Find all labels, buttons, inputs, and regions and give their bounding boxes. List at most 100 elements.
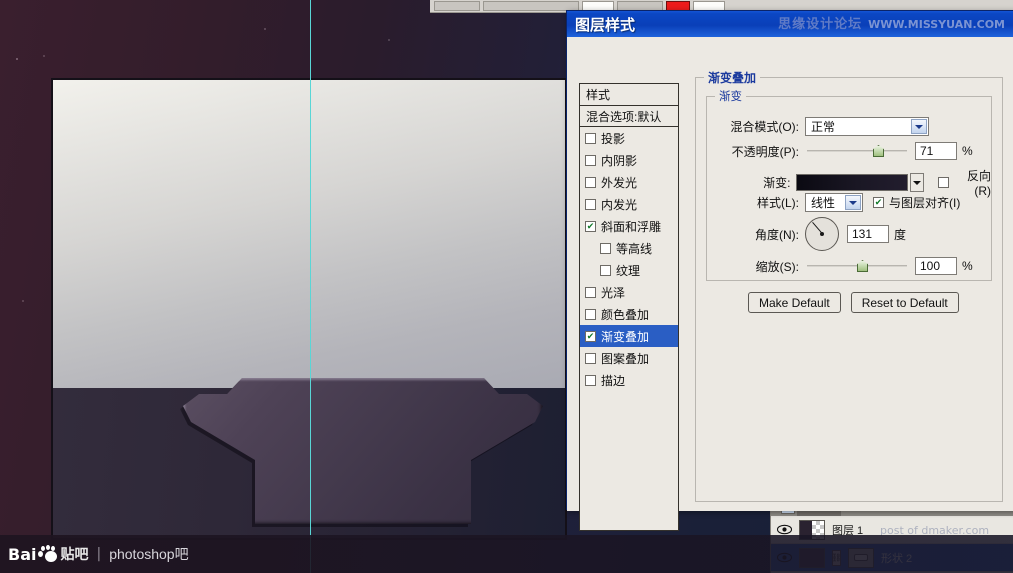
paw-icon <box>38 545 58 562</box>
eye-icon[interactable] <box>777 523 792 536</box>
slider-track <box>807 150 907 152</box>
checkbox[interactable] <box>585 374 596 386</box>
style-item-label: 投影 <box>601 131 626 146</box>
angle-hub <box>820 232 824 236</box>
slider-knob[interactable] <box>857 260 868 272</box>
options-chip[interactable] <box>434 1 480 11</box>
make-default-button[interactable]: Make Default <box>748 292 841 313</box>
style-item-label: 颜色叠加 <box>601 307 650 322</box>
layer-style-dialog[interactable]: 图层样式 样式 混合选项:默认 投影 内阴影 外发光 内发光 ✔ 斜面和浮雕 等… <box>566 10 1013 531</box>
vertical-guide[interactable] <box>310 0 311 573</box>
eye-icon[interactable] <box>777 551 792 564</box>
align-layer-checkbox[interactable] <box>873 197 884 208</box>
style-item-label: 内发光 <box>601 197 638 212</box>
gradient-label: 渐变: <box>763 176 791 190</box>
style-item-label: 图案叠加 <box>601 351 650 366</box>
decorative-star <box>22 300 24 302</box>
watermark-separator: | <box>96 546 102 562</box>
style-item-outer-glow[interactable]: 外发光 <box>580 171 678 193</box>
checkbox[interactable] <box>585 176 596 188</box>
opacity-slider[interactable] <box>807 144 907 158</box>
style-item-label: 渐变叠加 <box>601 329 650 344</box>
blend-mode-select[interactable]: 正常 <box>805 117 929 136</box>
chevron-down-icon[interactable] <box>845 195 861 210</box>
scale-input[interactable]: 100 <box>915 257 957 275</box>
layers-list[interactable]: 图层 1 ⛓ 形状 2 <box>771 516 1013 573</box>
style-item-satin[interactable]: 光泽 <box>580 281 678 303</box>
checkbox[interactable] <box>585 198 596 210</box>
baidu-logo-text: Bai <box>8 544 37 564</box>
options-chip[interactable] <box>483 1 579 11</box>
style-item-stroke[interactable]: 描边 <box>580 369 678 391</box>
style-item-bevel-emboss[interactable]: 斜面和浮雕 <box>580 215 678 237</box>
reverse-checkbox[interactable] <box>938 177 950 188</box>
style-item-inner-glow[interactable]: 内发光 <box>580 193 678 215</box>
styles-list-panel[interactable]: 样式 混合选项:默认 投影 内阴影 外发光 内发光 ✔ 斜面和浮雕 等高线 纹理… <box>579 83 679 531</box>
angle-label: 角度(N): <box>755 227 799 242</box>
style-item-drop-shadow[interactable]: 投影 <box>580 127 678 149</box>
checkbox[interactable] <box>600 264 611 276</box>
blend-mode-value: 正常 <box>811 120 836 134</box>
style-item-label: 外发光 <box>601 175 638 190</box>
vector-mask-thumbnail[interactable] <box>848 547 874 568</box>
layer-thumbnail[interactable] <box>799 519 825 540</box>
style-item-pattern-overlay[interactable]: 图案叠加 <box>580 347 678 369</box>
layer-thumbnail[interactable] <box>799 547 825 568</box>
scale-unit: % <box>962 259 973 273</box>
style-item-texture[interactable]: 纹理 <box>580 259 678 281</box>
gradient-picker-dropdown[interactable] <box>910 173 925 192</box>
scale-value: 100 <box>920 259 941 273</box>
scale-slider[interactable] <box>807 259 907 273</box>
forum-name: photoshop吧 <box>109 546 189 562</box>
style-item-color-overlay[interactable]: 颜色叠加 <box>580 303 678 325</box>
checkbox[interactable] <box>585 352 596 364</box>
checkbox[interactable] <box>585 308 596 320</box>
checkbox[interactable] <box>585 330 596 342</box>
opacity-label: 不透明度(P): <box>731 144 799 159</box>
angle-input[interactable]: 131 <box>847 225 889 243</box>
chevron-down-icon[interactable] <box>911 119 927 134</box>
style-item-label: 内阴影 <box>601 153 638 168</box>
group-title: 渐变叠加 <box>704 69 761 86</box>
gradient-subgroup: 渐变 混合模式(O): 正常 不透明度(P): 71 % 渐变: 反向(R) 样… <box>706 88 992 281</box>
dialog-titlebar[interactable]: 图层样式 <box>567 11 1013 37</box>
link-icon[interactable]: ⛓ <box>831 549 842 566</box>
decorative-star <box>264 28 266 30</box>
checkbox[interactable] <box>585 286 596 298</box>
table-row[interactable]: ⛓ 形状 2 <box>771 544 1013 572</box>
blend-mode-row: 混合模式(O): 正常 <box>707 117 991 136</box>
style-item-label: 等高线 <box>616 241 653 256</box>
blending-options-item[interactable]: 混合选项:默认 <box>580 106 678 127</box>
style-item-gradient-overlay[interactable]: 渐变叠加 <box>580 325 678 347</box>
style-label: 样式(L): <box>756 196 799 210</box>
opacity-input[interactable]: 71 <box>915 142 957 160</box>
opacity-row: 不透明度(P): 71 % <box>707 142 991 160</box>
subgroup-title: 渐变 <box>715 88 746 104</box>
checkbox[interactable] <box>585 220 596 232</box>
style-row: 样式(L): 线性 与图层对齐(I) <box>707 193 991 212</box>
styles-header: 样式 <box>580 84 678 106</box>
gradient-preview-swatch[interactable] <box>796 174 909 191</box>
canvas-gradient-top <box>53 80 565 388</box>
checkbox[interactable] <box>585 132 596 144</box>
reset-to-default-button[interactable]: Reset to Default <box>850 292 959 313</box>
checkbox[interactable] <box>600 242 611 254</box>
style-item-inner-shadow[interactable]: 内阴影 <box>580 149 678 171</box>
photoshop-workspace: ▭ ✎ ✛ ▦ 图层 1 <box>0 0 1013 573</box>
opacity-value: 71 <box>920 144 934 158</box>
angle-dial[interactable] <box>805 217 839 251</box>
gradient-style-select[interactable]: 线性 <box>805 193 863 212</box>
baidu-logo: Bai 贴吧 <box>8 544 88 564</box>
slider-knob[interactable] <box>873 145 884 157</box>
layer-name: 形状 2 <box>881 552 913 565</box>
scale-row: 缩放(S): 100 % <box>707 257 991 275</box>
angle-value: 131 <box>852 227 873 241</box>
style-item-contour[interactable]: 等高线 <box>580 237 678 259</box>
checkbox[interactable] <box>585 154 596 166</box>
table-row[interactable]: 图层 1 <box>771 516 1013 544</box>
document-canvas[interactable] <box>51 78 567 540</box>
style-item-label: 斜面和浮雕 <box>601 219 662 234</box>
align-layer-label: 与图层对齐(I) <box>889 196 961 210</box>
angle-row: 角度(N): 131 度 <box>707 217 991 251</box>
style-value: 线性 <box>811 196 836 210</box>
